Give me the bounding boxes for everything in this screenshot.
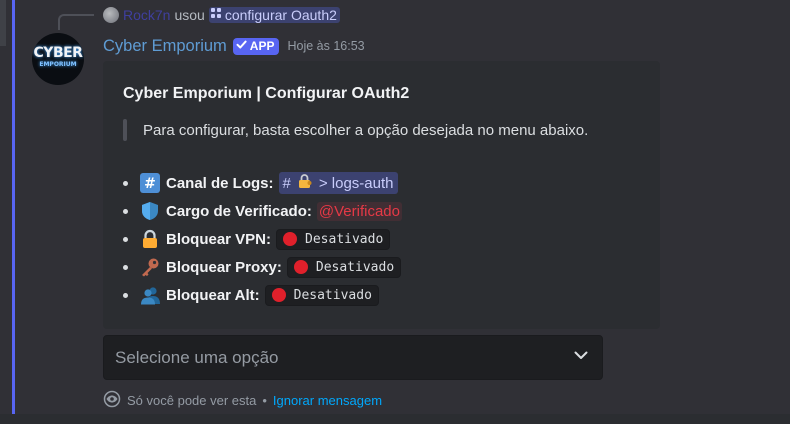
- embed-card: Cyber Emporium | Configurar OAuth2 Para …: [103, 61, 660, 329]
- ephemeral-notice: Só você pode ver esta: [127, 392, 257, 408]
- chevron-down-icon: [572, 346, 590, 369]
- eye-icon: [103, 390, 121, 411]
- lock-icon: [140, 229, 160, 249]
- bullet: [123, 236, 128, 242]
- status-code: Desativado: [276, 228, 391, 250]
- message-timestamp[interactable]: Hoje às 16:53: [287, 39, 364, 53]
- list-item-log-channel: # Canal de Logs: # > logs-auth: [123, 169, 402, 197]
- bottom-divider: [0, 414, 790, 424]
- reply-verb: usou: [174, 7, 205, 23]
- red-circle-icon: [271, 288, 286, 302]
- slash-command-chip[interactable]: configurar Oauth2: [208, 7, 340, 23]
- svg-text:#: #: [144, 176, 156, 192]
- list-item-block-vpn: Bloquear VPN: Desativado: [123, 225, 402, 253]
- key-icon: [140, 257, 160, 277]
- hashtag-icon: #: [140, 173, 160, 193]
- blockquote-bar: [123, 119, 127, 141]
- left-edge: [0, 0, 6, 46]
- message-header: Cyber Emporium APP Hoje às 16:53: [103, 35, 365, 57]
- status-code: Desativado: [286, 256, 402, 278]
- user-icon: [140, 285, 160, 305]
- list-item-block-alt: Bloquear Alt: Desativado: [123, 281, 402, 309]
- command-icon: [210, 8, 222, 22]
- status-code: Desativado: [264, 284, 379, 306]
- bullet: [123, 292, 128, 298]
- author-name[interactable]: Cyber Emporium: [103, 37, 227, 56]
- dismiss-message-link[interactable]: Ignorar mensagem: [273, 393, 382, 408]
- red-circle-icon: [293, 260, 308, 274]
- bullet: [123, 180, 128, 186]
- role-mention[interactable]: @Verificado: [316, 201, 402, 221]
- message-highlight-bar: [12, 0, 15, 414]
- reply-username[interactable]: Rock7n: [123, 7, 170, 23]
- command-reply-line: Rock7n usou configurar Oauth2: [103, 6, 340, 24]
- shield-icon: [140, 201, 160, 221]
- settings-list: # Canal de Logs: # > logs-auth Cargo de …: [123, 169, 402, 309]
- red-circle-icon: [283, 232, 298, 246]
- verified-check-icon: [236, 39, 247, 53]
- reply-user-avatar[interactable]: [103, 7, 119, 23]
- bullet: [123, 264, 128, 270]
- embed-title: Cyber Emporium | Configurar OAuth2: [123, 85, 410, 102]
- bullet: [123, 208, 128, 214]
- app-badge: APP: [232, 37, 280, 55]
- channel-mention[interactable]: # > logs-auth: [278, 172, 398, 194]
- option-select-menu[interactable]: Selecione uma opção: [103, 335, 603, 380]
- reply-spine: [58, 14, 94, 30]
- lock-key-icon: [297, 173, 313, 193]
- embed-description: Para configurar, basta escolher a opção …: [123, 119, 588, 141]
- bot-avatar[interactable]: CYBER EMPORIUM: [32, 33, 84, 85]
- command-name: configurar Oauth2: [224, 7, 337, 23]
- footer-separator: •: [262, 392, 267, 408]
- select-placeholder: Selecione uma opção: [115, 347, 279, 367]
- list-item-block-proxy: Bloquear Proxy: Desativado: [123, 253, 402, 281]
- ephemeral-footer: Só você pode ver esta • Ignorar mensagem: [103, 390, 382, 410]
- list-item-verified-role: Cargo de Verificado: @Verificado: [123, 197, 402, 225]
- avatar-logo: CYBER EMPORIUM: [33, 45, 83, 68]
